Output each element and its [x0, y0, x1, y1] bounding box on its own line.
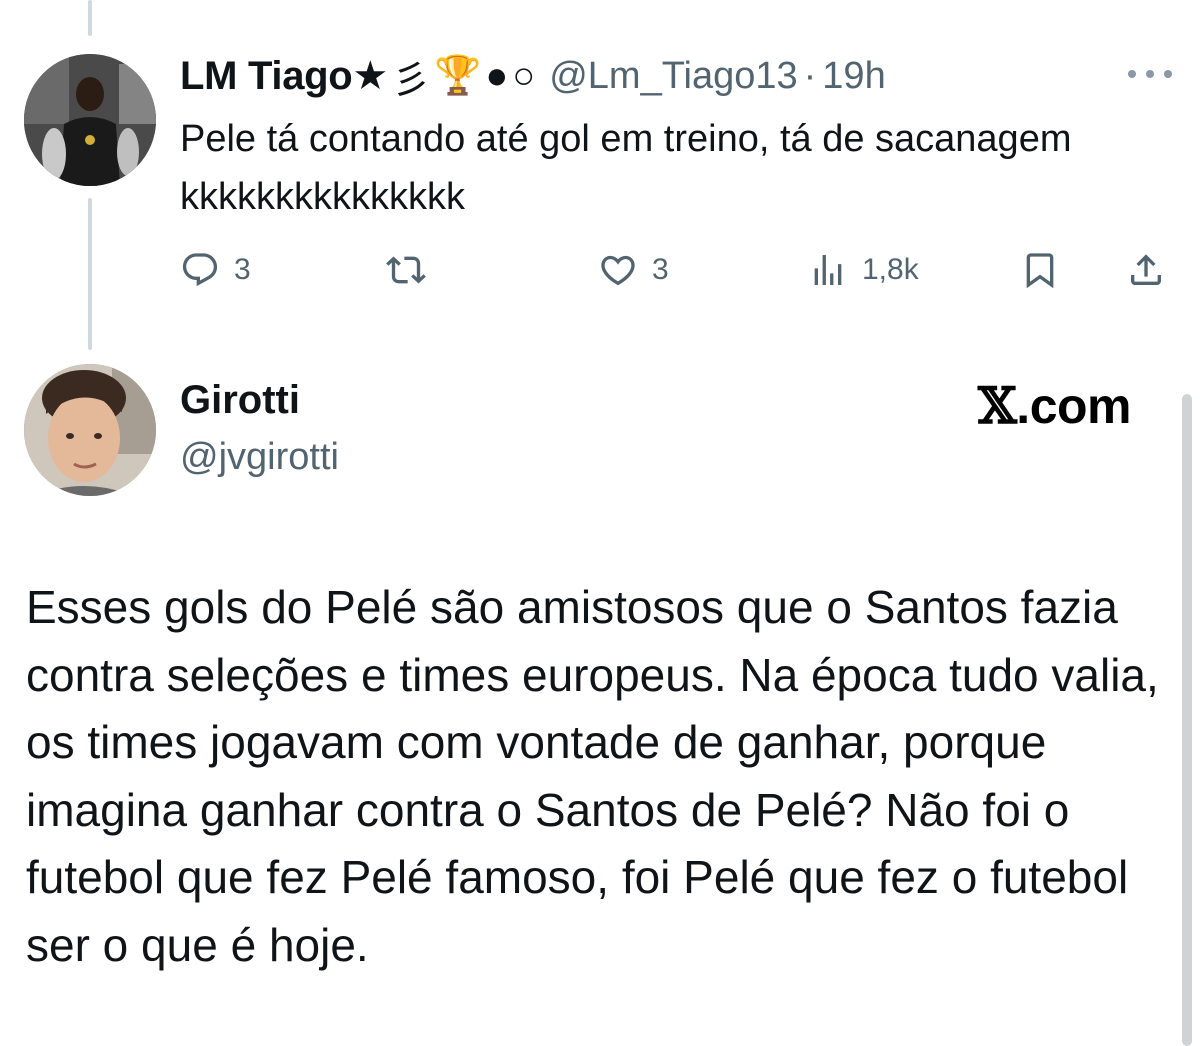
bookmark-icon	[1026, 253, 1054, 289]
like-icon	[601, 255, 635, 286]
display-name[interactable]: Girotti	[180, 378, 300, 423]
avatar-photo	[24, 54, 156, 186]
view-count: 1,8k	[862, 253, 919, 286]
views-button[interactable]: 1,8k	[808, 244, 919, 296]
user-handle[interactable]: @jvgirotti	[180, 436, 339, 479]
white-circle-emoji: ○	[512, 54, 536, 97]
timestamp[interactable]: 19h	[822, 55, 885, 98]
black-circle-emoji: ●	[485, 54, 509, 97]
tweet-header: LM Tiago★ 彡 🏆 ● ○ @Lm_Tiago13 · 19h	[180, 52, 886, 102]
brand-suffix: .com	[1016, 378, 1131, 434]
avatar[interactable]	[24, 54, 156, 186]
avatar[interactable]	[24, 364, 156, 496]
reply-count: 3	[234, 253, 251, 286]
scrollbar[interactable]	[1182, 394, 1192, 1046]
thread-line	[88, 198, 92, 350]
like-count: 3	[652, 253, 669, 286]
avatar-photo	[24, 364, 156, 496]
reply-button[interactable]: 3	[180, 244, 251, 296]
repost-button[interactable]	[386, 244, 440, 296]
tweet-thread-screenshot: LM Tiago★ 彡 🏆 ● ○ @Lm_Tiago13 · 19h Pele…	[0, 0, 1200, 1046]
views-icon	[814, 255, 842, 285]
display-name[interactable]: LM Tiago★	[180, 53, 388, 99]
thread-line	[88, 0, 92, 36]
tweet-text: Pele tá contando até gol em treino, tá d…	[180, 118, 1072, 218]
more-icon[interactable]	[1128, 62, 1172, 86]
tweet-text: Esses gols do Pelé são amistosos que o S…	[26, 581, 1159, 971]
x-logo-icon: 𝕏	[978, 376, 1017, 435]
x-com-watermark: 𝕏.com	[978, 376, 1131, 435]
trophy-emoji: 🏆	[433, 55, 482, 97]
like-button[interactable]: 3	[598, 244, 669, 296]
emoji-badge: 彡	[391, 59, 430, 102]
name-emoji-badges: 彡 🏆 ● ○	[392, 49, 539, 104]
reply-icon	[182, 253, 218, 287]
share-button[interactable]	[1126, 244, 1166, 296]
separator: ·	[803, 54, 817, 97]
share-icon	[1131, 254, 1161, 285]
bookmark-button[interactable]	[1020, 244, 1060, 296]
tweet-actions: 3 3 1,8k	[180, 244, 1170, 296]
user-handle[interactable]: @Lm_Tiago13	[549, 55, 797, 98]
repost-icon	[386, 256, 426, 284]
